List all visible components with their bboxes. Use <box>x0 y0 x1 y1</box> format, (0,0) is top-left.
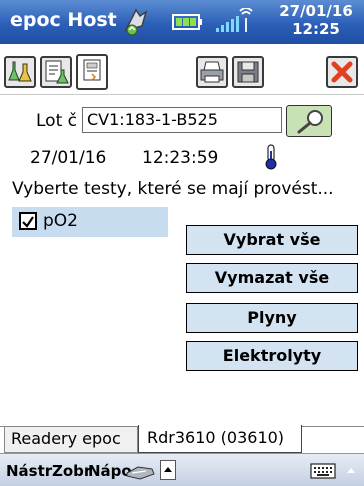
test-list-item[interactable]: pO2 <box>12 207 168 237</box>
save-button[interactable] <box>232 56 264 88</box>
menu-bar: Nástr Zobr Nápo <box>0 453 364 486</box>
input-method-icon[interactable] <box>124 461 158 481</box>
test-time: 12:23:59 <box>142 148 219 168</box>
lot-search-button[interactable] <box>286 105 332 137</box>
barcode-card-button[interactable] <box>76 54 108 90</box>
barcode-card-icon <box>83 59 101 81</box>
signal-strength-icon[interactable] <box>212 8 260 36</box>
thermometer-icon <box>265 144 277 170</box>
tab-reader[interactable]: Rdr3610 (03610) <box>138 425 302 453</box>
gases-button[interactable]: Plyny <box>186 303 358 333</box>
flasks-icon <box>8 61 32 82</box>
clear-all-button[interactable]: Vymazat vše <box>186 263 358 293</box>
save-disk-icon <box>237 61 259 83</box>
test-date: 27/01/16 <box>30 148 107 168</box>
clock-time[interactable]: 12:25 <box>276 20 356 38</box>
instruction-text: Vyberte testy, které se mají provést... <box>12 179 334 199</box>
arrow-up-icon <box>164 467 172 472</box>
checkmark-icon <box>22 216 34 228</box>
lot-label: Lot č <box>36 111 77 131</box>
keyboard-arrow-icon[interactable] <box>344 464 358 478</box>
battery-icon[interactable] <box>170 12 204 32</box>
document-flask-icon <box>45 60 69 84</box>
clock-date[interactable]: 27/01/16 <box>276 2 356 20</box>
lot-input[interactable]: CV1:183-1-B525 <box>82 107 282 133</box>
menu-tools[interactable]: Nástr <box>6 462 52 480</box>
sync-icon[interactable] <box>120 6 154 38</box>
input-method-arrow-button[interactable] <box>160 460 176 480</box>
select-all-button[interactable]: Vybrat vše <box>186 225 358 255</box>
printer-button[interactable] <box>196 56 228 88</box>
printer-icon <box>200 61 224 83</box>
close-button[interactable] <box>326 56 358 88</box>
electrolytes-button[interactable]: Elektrolyty <box>186 341 358 371</box>
test-checkbox[interactable] <box>19 212 37 230</box>
menu-view[interactable]: Zobr <box>52 462 91 480</box>
close-x-icon <box>331 61 353 83</box>
app-title[interactable]: epoc Host <box>10 9 117 31</box>
toolbar-divider <box>0 94 364 95</box>
magnifier-icon <box>297 110 323 134</box>
flasks-button[interactable] <box>4 56 36 88</box>
test-label: pO2 <box>43 211 78 231</box>
tab-readers[interactable]: Readery epoc <box>4 427 138 453</box>
document-flask-button[interactable] <box>40 56 72 88</box>
keyboard-icon[interactable] <box>310 463 336 479</box>
title-bar: epoc Host 27/01/16 12:25 <box>0 0 364 44</box>
